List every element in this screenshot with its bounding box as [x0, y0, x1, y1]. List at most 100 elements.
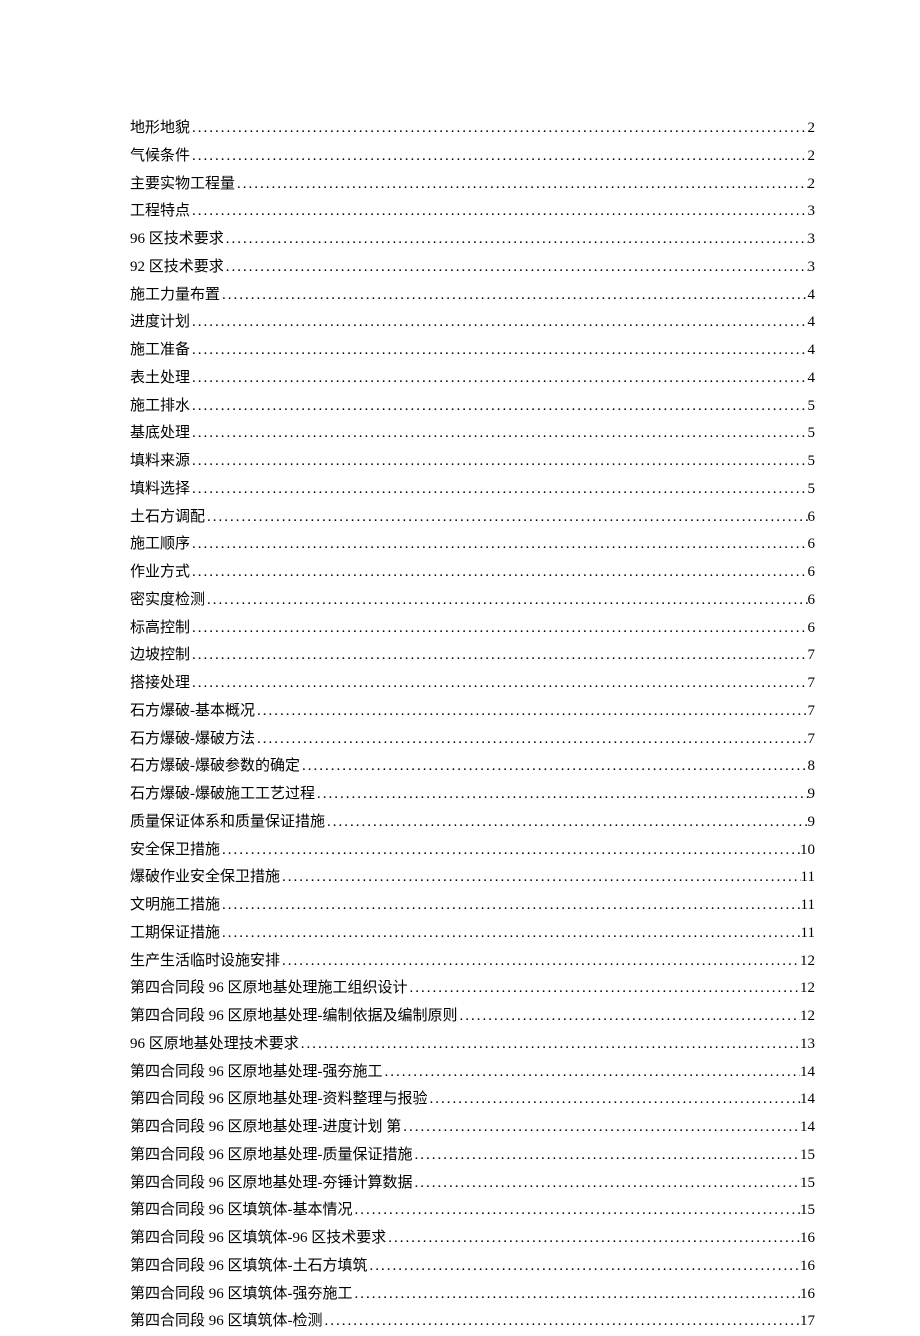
toc-entry[interactable]: 进度计划4 [130, 309, 815, 337]
toc-leader-dots [190, 337, 807, 365]
toc-entry[interactable]: 质量保证体系和质量保证措施9 [130, 809, 815, 837]
toc-entry[interactable]: 工期保证措施11 [130, 920, 815, 948]
toc-leader-dots [300, 753, 808, 781]
toc-page-number: 11 [801, 892, 815, 920]
toc-title: 文明施工措施 [130, 892, 220, 920]
toc-entry[interactable]: 第四合同段 96 区原地基处理施工组织设计 12 [130, 975, 815, 1003]
toc-entry[interactable]: 基底处理5 [130, 420, 815, 448]
toc-page-number: 7 [808, 726, 816, 754]
toc-entry[interactable]: 主要实物工程量2 [130, 171, 815, 199]
toc-title: 施工排水 [130, 393, 190, 421]
toc-page-number: 10 [800, 837, 815, 865]
toc-leader-dots [353, 1197, 801, 1225]
toc-leader-dots [220, 892, 801, 920]
toc-title: 施工准备 [130, 337, 190, 365]
toc-title: 爆破作业安全保卫措施 [130, 864, 280, 892]
toc-page-number: 3 [808, 198, 816, 226]
toc-page-number: 16 [800, 1253, 815, 1281]
toc-leader-dots [413, 1142, 801, 1170]
toc-page-number: 14 [800, 1086, 815, 1114]
toc-entry[interactable]: 96 区技术要求3 [130, 226, 815, 254]
toc-title: 96 区技术要求 [130, 226, 224, 254]
toc-title: 石方爆破-爆破参数的确定 [130, 753, 300, 781]
toc-title: 气候条件 [130, 143, 190, 171]
toc-page-number: 5 [808, 448, 816, 476]
toc-page-number: 16 [800, 1281, 815, 1309]
toc-title: 第四合同段 96 区填筑体-96 区技术要求 [130, 1225, 386, 1253]
toc-leader-dots [224, 254, 808, 282]
toc-title: 土石方调配 [130, 504, 205, 532]
toc-title: 作业方式 [130, 559, 190, 587]
toc-title: 生产生活临时设施安排 [130, 948, 280, 976]
toc-title: 第四合同段 96 区填筑体-基本情况 [130, 1197, 353, 1225]
toc-page-number: 6 [808, 559, 816, 587]
toc-entry[interactable]: 爆破作业安全保卫措施 11 [130, 864, 815, 892]
toc-page-number: 11 [801, 864, 815, 892]
toc-entry[interactable]: 第四合同段 96 区原地基处理-编制依据及编制原则12 [130, 1003, 815, 1031]
toc-entry[interactable]: 填料选择5 [130, 476, 815, 504]
toc-entry[interactable]: 第四合同段 96 区原地基处理-质量保证措施 15 [130, 1142, 815, 1170]
toc-leader-dots [190, 309, 807, 337]
toc-entry[interactable]: 文明施工措施 11 [130, 892, 815, 920]
toc-entry[interactable]: 安全保卫措施10 [130, 837, 815, 865]
toc-entry[interactable]: 第四合同段 96 区填筑体-检测17 [130, 1308, 815, 1336]
toc-entry[interactable]: 施工力量布置4 [130, 282, 815, 310]
toc-leader-dots [220, 282, 807, 310]
toc-title: 搭接处理 [130, 670, 190, 698]
toc-entry[interactable]: 第四合同段 96 区原地基处理-资料整理与报验14 [130, 1086, 815, 1114]
toc-title: 边坡控制 [130, 642, 190, 670]
toc-leader-dots [190, 615, 807, 643]
toc-entry[interactable]: 搭接处理7 [130, 670, 815, 698]
toc-entry[interactable]: 施工准备4 [130, 337, 815, 365]
toc-title: 第四合同段 96 区原地基处理-质量保证措施 [130, 1142, 413, 1170]
toc-entry[interactable]: 工程特点3 [130, 198, 815, 226]
toc-entry[interactable]: 92 区技术要求3 [130, 254, 815, 282]
toc-entry[interactable]: 标高控制6 [130, 615, 815, 643]
toc-leader-dots [190, 420, 807, 448]
toc-entry[interactable]: 第四合同段 96 区原地基处理-夯锤计算数据15 [130, 1170, 815, 1198]
toc-leader-dots [190, 670, 807, 698]
toc-entry[interactable]: 地形地貌2 [130, 115, 815, 143]
table-of-contents: 地形地貌2气候条件2主要实物工程量2工程特点396 区技术要求392 区技术要求… [130, 115, 815, 1336]
toc-entry[interactable]: 第四合同段 96 区填筑体-基本情况15 [130, 1197, 815, 1225]
toc-entry[interactable]: 第四合同段 96 区填筑体-土石方填筑16 [130, 1253, 815, 1281]
toc-entry[interactable]: 表土处理4 [130, 365, 815, 393]
toc-leader-dots [386, 1225, 800, 1253]
toc-page-number: 3 [808, 254, 816, 282]
toc-title: 第四合同段 96 区填筑体-检测 [130, 1308, 323, 1336]
toc-entry[interactable]: 气候条件2 [130, 143, 815, 171]
toc-entry[interactable]: 石方爆破-爆破方法7 [130, 726, 815, 754]
toc-title: 96 区原地基处理技术要求 [130, 1031, 299, 1059]
toc-entry[interactable]: 施工排水5 [130, 393, 815, 421]
toc-leader-dots [383, 1059, 801, 1087]
toc-entry[interactable]: 施工顺序6 [130, 531, 815, 559]
toc-page-number: 15 [800, 1142, 815, 1170]
toc-entry[interactable]: 密实度检测6 [130, 587, 815, 615]
toc-title: 工期保证措施 [130, 920, 220, 948]
toc-leader-dots [220, 920, 801, 948]
toc-leader-dots [408, 975, 800, 1003]
toc-page-number: 2 [808, 115, 816, 143]
toc-entry[interactable]: 填料来源5 [130, 448, 815, 476]
toc-leader-dots [190, 476, 807, 504]
toc-entry[interactable]: 石方爆破-基本概况7 [130, 698, 815, 726]
toc-entry[interactable]: 第四合同段 96 区原地基处理-强夯施工14 [130, 1059, 815, 1087]
toc-leader-dots [323, 1308, 801, 1336]
toc-entry[interactable]: 土石方调配6 [130, 504, 815, 532]
toc-entry[interactable]: 第四合同段 96 区填筑体-96 区技术要求16 [130, 1225, 815, 1253]
toc-entry[interactable]: 石方爆破-爆破参数的确定8 [130, 753, 815, 781]
toc-leader-dots [190, 365, 807, 393]
toc-page-number: 12 [800, 1003, 815, 1031]
toc-title: 第四合同段 96 区原地基处理施工组织设计 [130, 975, 408, 1003]
toc-title: 主要实物工程量 [130, 171, 235, 199]
toc-entry[interactable]: 第四合同段 96 区填筑体-强夯施工16 [130, 1281, 815, 1309]
toc-entry[interactable]: 石方爆破-爆破施工工艺过程9 [130, 781, 815, 809]
toc-entry[interactable]: 第四合同段 96 区原地基处理-进度计划 第14 [130, 1114, 815, 1142]
toc-page-number: 12 [800, 975, 815, 1003]
toc-title: 表土处理 [130, 365, 190, 393]
toc-entry[interactable]: 生产生活临时设施安排12 [130, 948, 815, 976]
toc-entry[interactable]: 边坡控制7 [130, 642, 815, 670]
toc-leader-dots [353, 1281, 801, 1309]
toc-entry[interactable]: 作业方式 6 [130, 559, 815, 587]
toc-entry[interactable]: 96 区原地基处理技术要求13 [130, 1031, 815, 1059]
